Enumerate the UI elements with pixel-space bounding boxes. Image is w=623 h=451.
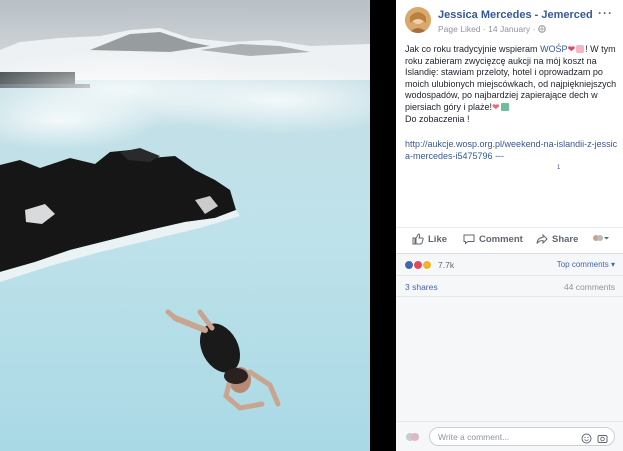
share-button[interactable]: Share	[536, 233, 578, 245]
liked-status: Page Liked	[438, 24, 481, 34]
page-avatar[interactable]	[405, 7, 431, 33]
post-text-before-tag: Jak co roku tradycyjnie wspieram	[405, 44, 541, 54]
comments-count[interactable]: 44 comments	[564, 282, 615, 292]
comments-area	[396, 297, 623, 421]
post-date[interactable]: 14 January	[488, 24, 530, 34]
globe-icon	[537, 25, 546, 35]
reactions-bar: 7.7k Top comments ▾	[396, 253, 623, 275]
user-avatar	[405, 429, 421, 445]
more-options-icon[interactable]: ···	[598, 6, 613, 20]
like-button[interactable]: Like	[412, 233, 447, 245]
mini-mark: 1	[557, 165, 561, 171]
post-photo[interactable]	[0, 0, 370, 451]
emoji-icon[interactable]	[581, 431, 592, 449]
comment-placeholder: Write a comment...	[438, 432, 510, 442]
auction-link[interactable]: http://aukcje.wosp.org.pl/weekend-na-isl…	[405, 139, 620, 162]
page-name-link[interactable]: Jessica Mercedes - Jemerced	[438, 9, 593, 21]
heart-emoji-icon: ❤	[567, 44, 576, 54]
like-icon	[412, 233, 424, 245]
camera-icon[interactable]	[597, 431, 608, 449]
post-details-panel: Jessica Mercedes - Jemerced Page Liked ·…	[396, 0, 623, 451]
post-text-after-tag: ! W tym roku zabieram zwycięzcę aukcji n…	[405, 44, 617, 112]
wosp-tag-link[interactable]: WOŚP	[540, 44, 568, 54]
share-icon	[536, 233, 548, 245]
top-comments-dropdown[interactable]: Top comments ▾	[557, 260, 615, 269]
action-bar: Like Comment Share	[396, 227, 623, 251]
map-emoji-icon	[500, 102, 509, 111]
post-header: Jessica Mercedes - Jemerced Page Liked ·…	[396, 0, 623, 42]
comment-button[interactable]: Comment	[463, 233, 523, 245]
blue-lagoon-photo	[0, 0, 370, 451]
wow-reaction-icon	[422, 260, 432, 270]
shares-comments-row: 3 shares 44 comments	[396, 275, 623, 297]
gift-emoji-icon	[576, 45, 585, 53]
post-meta: Page Liked · 14 January ·	[438, 24, 546, 35]
comment-icon	[463, 233, 475, 245]
reaction-icons[interactable]	[404, 260, 432, 270]
post-message: Jak co roku tradycyjnie wspieram WOŚP❤! …	[405, 44, 618, 125]
reaction-count[interactable]: 7.7k	[438, 260, 454, 270]
photo-theater: Jessica Mercedes - Jemerced Page Liked ·…	[0, 0, 623, 451]
comment-input[interactable]: Write a comment...	[429, 427, 615, 446]
shares-link[interactable]: 3 shares	[405, 282, 438, 292]
audience-selector-icon[interactable]	[592, 233, 610, 243]
post-closing: Do zobaczenia !	[405, 113, 470, 124]
comment-composer: Write a comment...	[396, 421, 623, 451]
heart-emoji-icon-2: ❤	[492, 101, 500, 112]
